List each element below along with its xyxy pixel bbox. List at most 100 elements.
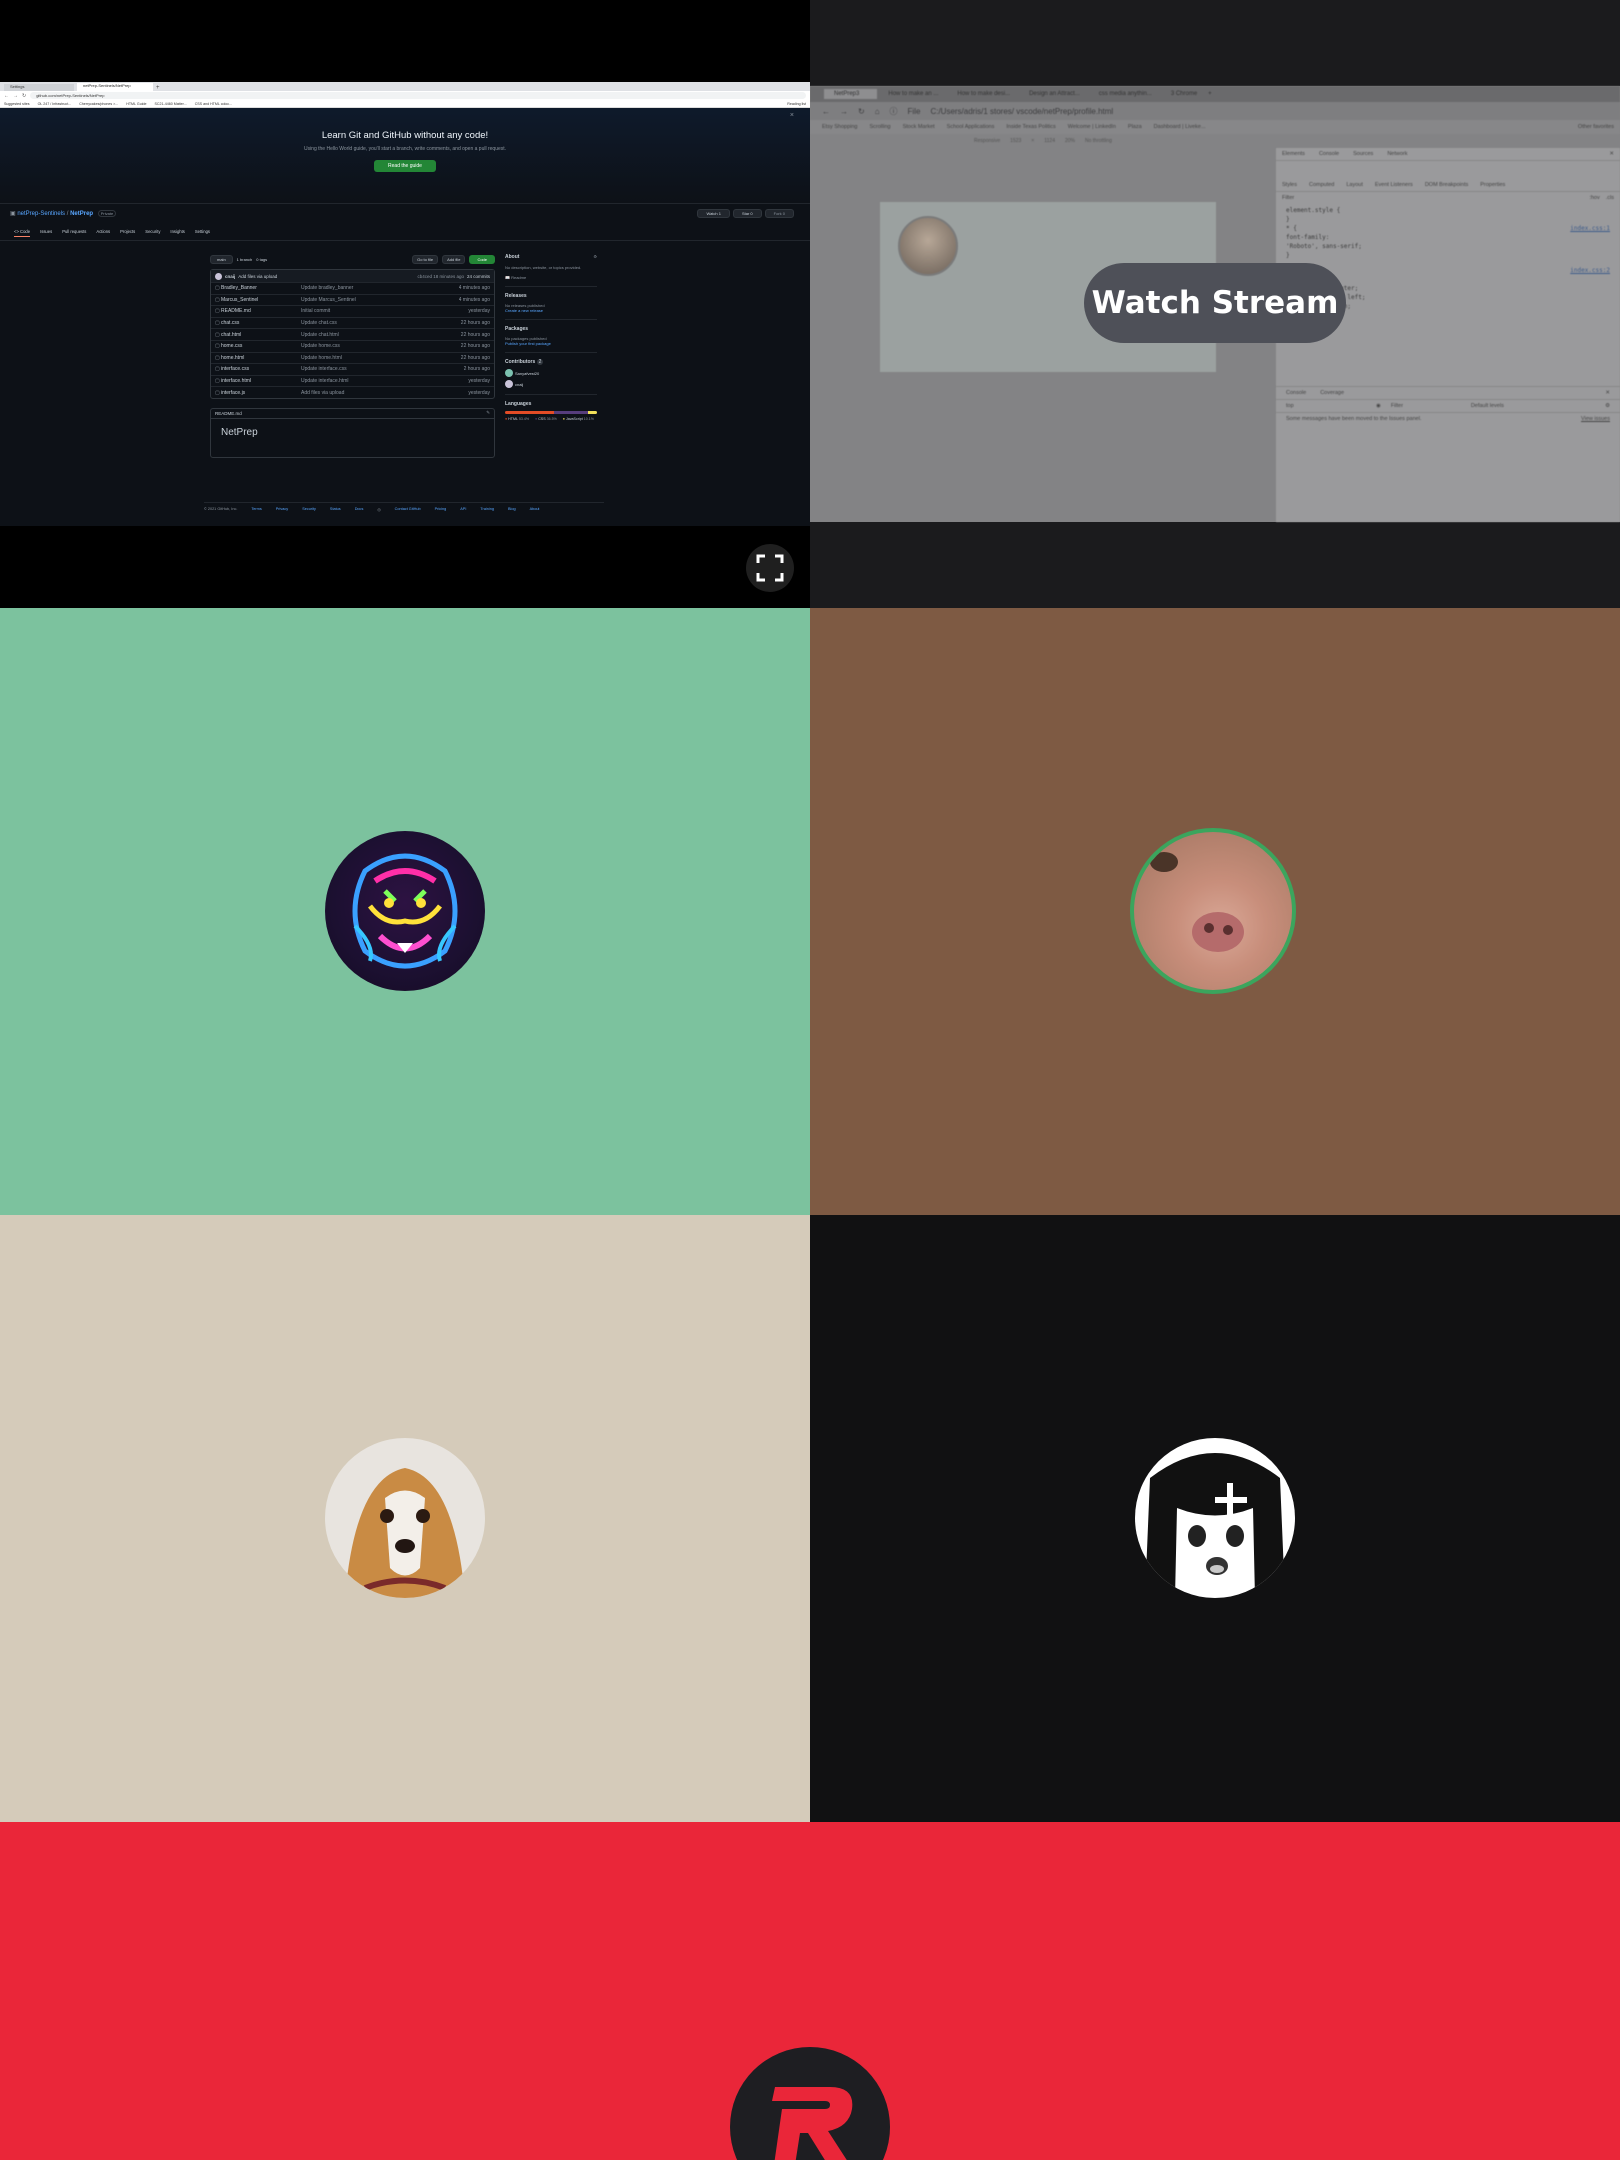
footer-link[interactable]: Pricing [435, 507, 447, 512]
file-name[interactable]: chat.html [221, 332, 301, 338]
bookmark[interactable]: Welcome | LinkedIn [1068, 124, 1116, 130]
back-icon[interactable]: ← [822, 107, 830, 116]
tab-security[interactable]: Security [145, 229, 160, 237]
styles-tab[interactable]: Computed [1309, 182, 1334, 188]
file-row[interactable]: ▢ Bradley_Banner Update bradley_banner 4 mi… [211, 282, 494, 294]
address-path[interactable]: C:/Users/adris/1 stores/ vscode/netPrep/… [930, 107, 1113, 116]
tab[interactable]: 3 Chrome [1163, 89, 1205, 99]
file-commit-message[interactable]: Update chat.css [301, 320, 461, 326]
reload-icon[interactable]: ↻ [858, 107, 865, 116]
devtools-tab[interactable]: Sources [1353, 151, 1373, 157]
footer-link[interactable]: Contact GitHub [395, 507, 421, 512]
other-favorites[interactable]: Other favorites [1578, 124, 1620, 130]
styles-filter[interactable]: Filter [1282, 195, 1294, 201]
file-row[interactable]: ▢ interface.css Update interface.css 2 hour… [211, 363, 494, 375]
settings-gear-icon[interactable]: ⚙ [1605, 403, 1610, 409]
bookmark[interactable]: Plaza [1128, 124, 1142, 130]
width-field[interactable]: 1523 [1010, 138, 1021, 144]
file-row[interactable]: ▢ README.md Initial commit yesterday [211, 305, 494, 317]
new-tab-icon[interactable]: + [1208, 91, 1212, 97]
settings-gear-icon[interactable]: ⚙ [593, 254, 597, 260]
footer-link[interactable]: Blog [508, 507, 516, 512]
star-button[interactable]: Star 0 [732, 209, 762, 218]
participant-tile[interactable] [0, 1215, 810, 1822]
publish-package-link[interactable]: Publish your first package [505, 341, 597, 346]
bookmark-folder[interactable]: Scrolling [869, 124, 890, 130]
forward-icon[interactable]: → [13, 93, 18, 99]
log-levels[interactable]: Default levels [1471, 403, 1504, 409]
reload-icon[interactable]: ↻ [22, 93, 26, 99]
eye-icon[interactable]: ◉ [1376, 403, 1381, 409]
bookmark-folder[interactable]: Etsy Shopping [822, 124, 857, 130]
console-tab[interactable]: Coverage [1320, 390, 1344, 396]
tab[interactable]: NetPrep3 [824, 89, 878, 99]
home-icon[interactable]: ⌂ [875, 107, 880, 116]
view-issues-link[interactable]: View issues [1581, 416, 1610, 422]
styles-tab[interactable]: Styles [1282, 182, 1297, 188]
branch-button[interactable]: main [210, 254, 233, 264]
footer-link[interactable]: Docs [355, 507, 364, 512]
console-filter[interactable]: Filter [1391, 403, 1461, 409]
file-row[interactable]: ▢ chat.html Update chat.html 22 hours ago [211, 328, 494, 340]
bookmark[interactable]: Dashboard | Liveke... [1154, 124, 1206, 130]
fullscreen-button[interactable] [746, 544, 794, 592]
tab-pull-requests[interactable]: Pull requests [62, 229, 86, 237]
file-commit-message[interactable]: Add files via upload [301, 390, 468, 396]
about-readme[interactable]: 📖 Readme [505, 275, 597, 280]
style-source-link[interactable]: index.css:1 [1570, 224, 1610, 233]
tab-issues[interactable]: Issues [40, 229, 52, 237]
styles-tab[interactable]: Properties [1480, 182, 1505, 188]
file-commit-message[interactable]: Update home.html [301, 355, 461, 361]
contributor[interactable]: Sanyafvest20 [505, 369, 597, 377]
devtools-tab[interactable]: Network [1387, 151, 1407, 157]
read-guide-button[interactable]: Read the guide [374, 160, 436, 172]
edit-icon[interactable]: ✎ [486, 410, 490, 416]
bookmark[interactable]: Suggested sites [4, 102, 30, 106]
throttle-select[interactable]: No throttling [1085, 138, 1112, 144]
bookmark[interactable]: CSS and HTML coloc... [195, 102, 232, 106]
bookmark-folder[interactable]: Stock Market [903, 124, 935, 130]
participant-tile[interactable] [810, 608, 1620, 1215]
file-name[interactable]: Bradley_Banner [221, 285, 301, 291]
repo-name[interactable]: NetPrep [70, 211, 93, 217]
participant-tile[interactable] [0, 608, 810, 1215]
back-icon[interactable]: ← [4, 93, 9, 99]
contributor[interactable]: cnaij [505, 380, 597, 388]
address-bar[interactable]: github.com/netPrep-Sentinels/NetPrep [30, 92, 806, 99]
bookmark[interactable]: OL 247 / Infrastruct... [38, 102, 72, 106]
watch-stream-button[interactable]: Watch Stream [1084, 263, 1346, 343]
tags-link[interactable]: 0 tags [256, 257, 267, 262]
file-name[interactable]: interface.css [221, 366, 301, 372]
tab-actions[interactable]: Actions [96, 229, 110, 237]
bookmark[interactable]: Inside Texas Politics [1006, 124, 1055, 130]
new-tab-icon[interactable]: + [156, 85, 160, 91]
footer-link[interactable]: Terms [251, 507, 261, 512]
hov-toggle[interactable]: :hov [1589, 195, 1599, 201]
footer-link[interactable]: API [460, 507, 466, 512]
create-release-link[interactable]: Create a new release [505, 308, 597, 313]
fork-button[interactable]: Fork 0 [764, 209, 794, 218]
tab[interactable]: How to make an ... [880, 89, 946, 99]
height-field[interactable]: 1124 [1044, 138, 1055, 144]
file-name[interactable]: home.html [221, 355, 301, 361]
styles-tab[interactable]: Layout [1346, 182, 1363, 188]
language-item[interactable]: ● HTML 53.4% [505, 417, 529, 421]
device-select[interactable]: Responsive [974, 138, 1000, 144]
file-commit-message[interactable]: Update home.css [301, 343, 461, 349]
console-context[interactable]: top [1286, 403, 1366, 409]
forward-icon[interactable]: → [840, 107, 848, 116]
close-icon[interactable]: ✕ [1605, 390, 1610, 396]
stream-preview-tile[interactable]: NetPrep3 How to make an ... How to make … [810, 0, 1620, 608]
file-row[interactable]: ▢ interface.html Update interface.html yest… [211, 374, 494, 387]
language-item[interactable]: ● JavaScript 10.1% [563, 417, 594, 421]
file-name[interactable]: Marcus_Sentinel [221, 297, 301, 303]
file-row[interactable]: ▢ Marcus_Sentinel Update Marcus_Sentinel 4 … [211, 293, 494, 306]
browser-tab[interactable]: Settings [4, 84, 74, 91]
tab[interactable]: css media anythin... [1091, 89, 1160, 99]
watch-button[interactable]: Watch 1 [697, 209, 730, 218]
footer-link[interactable]: Security [302, 507, 316, 512]
branches-link[interactable]: 1 branch [237, 257, 253, 262]
language-item[interactable]: ● CSS 36.5% [535, 417, 557, 421]
bookmark[interactable]: SC21-4460 Matter... [155, 102, 187, 106]
file-name[interactable]: README.md [221, 308, 301, 314]
